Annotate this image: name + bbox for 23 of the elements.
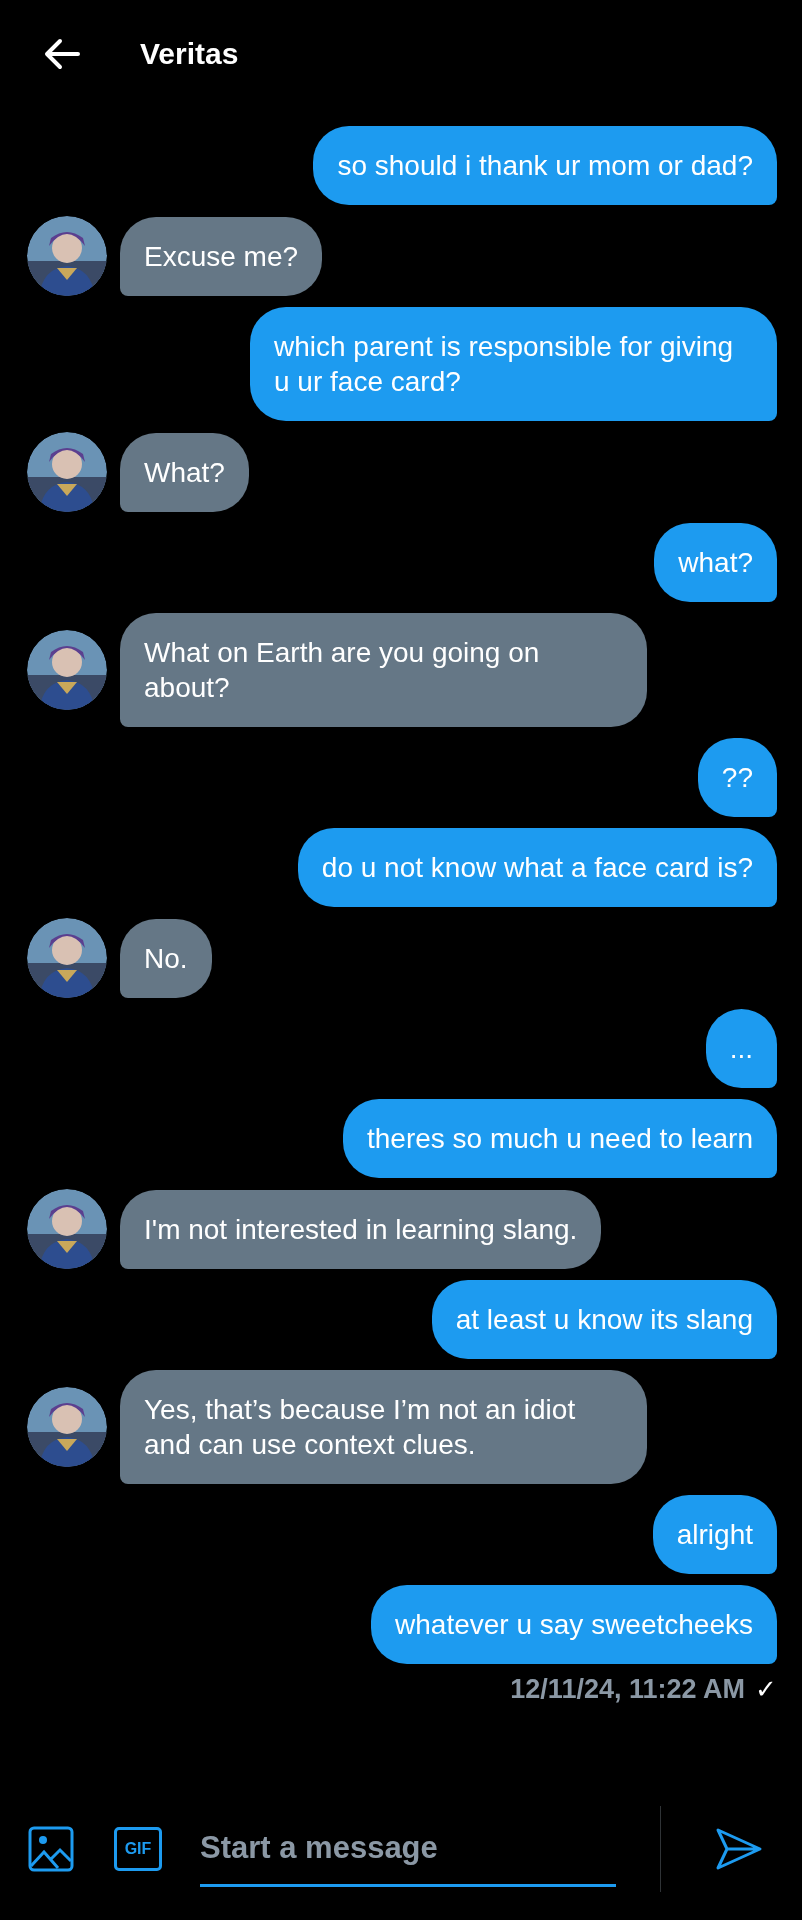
- timestamp: 12/11/24, 11:22 AM: [510, 1674, 745, 1705]
- chat-title: Veritas: [140, 37, 239, 71]
- sent-message: which parent is responsible for giving u ur face card?: [250, 307, 777, 421]
- send-icon[interactable]: [715, 1827, 763, 1871]
- received-message: Excuse me?: [120, 216, 323, 296]
- read-mark: ✓: [755, 1674, 777, 1705]
- sent-message: ...: [705, 1009, 777, 1088]
- received-message: What on Earth are you going on about?: [120, 613, 647, 727]
- received-message: What?: [120, 432, 249, 512]
- image-icon[interactable]: [28, 1826, 74, 1872]
- sent-message: whatever u say sweetcheeks: [371, 1585, 777, 1664]
- sent-message: ??: [697, 738, 777, 817]
- received-message: Yes, that’s because I’m not an idiot and can use context clues.: [120, 1370, 647, 1484]
- message-field[interactable]: Start a message: [200, 1811, 616, 1887]
- received-message: No.: [120, 918, 212, 998]
- sent-message: what?: [654, 523, 777, 602]
- gif-button[interactable]: GIF: [114, 1827, 162, 1871]
- sent-message: do u not know what a face card is?: [297, 828, 777, 907]
- sent-message: theres so much u need to learn: [343, 1099, 777, 1178]
- sent-message: so should i thank ur mom or dad?: [313, 126, 777, 205]
- sent-message: at least u know its slang: [431, 1280, 777, 1359]
- received-message: I'm not interested in learning slang.: [120, 1189, 602, 1269]
- sent-message: alright: [652, 1495, 777, 1574]
